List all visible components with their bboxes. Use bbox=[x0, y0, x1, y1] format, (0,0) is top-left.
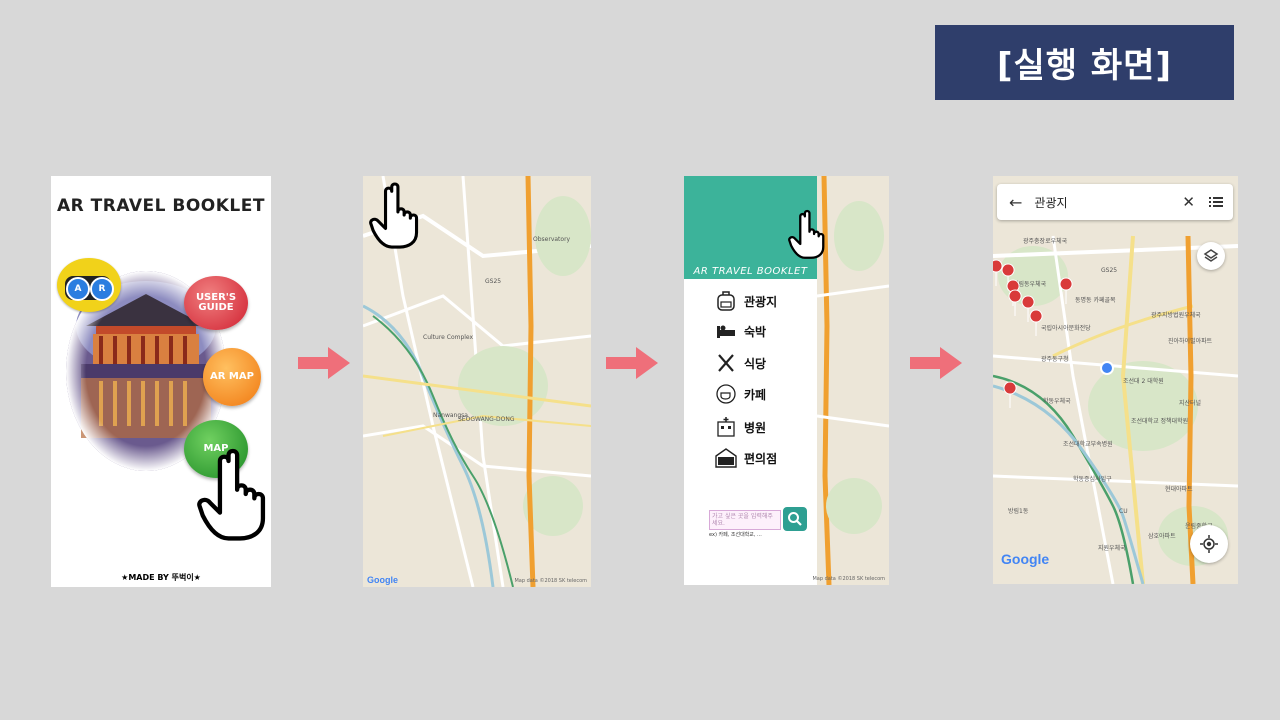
search-hint: ex) 카페, 조선대학교, ... bbox=[709, 532, 762, 538]
drawer-brand: AR TRAVEL BOOKLET bbox=[693, 266, 808, 277]
crosshair-icon bbox=[1200, 535, 1218, 553]
map-pin-icon bbox=[993, 259, 1003, 287]
menu-item-attractions[interactable]: 관광지 bbox=[714, 289, 777, 313]
menu-item-hospital[interactable]: 병원 bbox=[714, 415, 766, 439]
map-credit: Map data ©2018 SK telecom bbox=[514, 578, 587, 584]
layers-button[interactable] bbox=[1197, 242, 1225, 270]
next-arrow-icon bbox=[606, 347, 658, 379]
map-label: GS25 bbox=[485, 278, 502, 285]
menu-label: 편의점 bbox=[744, 451, 778, 466]
coffee-icon bbox=[714, 382, 738, 406]
drawer-menu: 관광지 숙박 식당 카페 병원 편의점 bbox=[684, 279, 817, 585]
menu-label: 카페 bbox=[744, 387, 767, 402]
menu-label: 병원 bbox=[744, 420, 767, 435]
cutlery-icon bbox=[714, 351, 738, 375]
ar-map-button[interactable]: AR MAP bbox=[203, 348, 261, 406]
users-guide-button[interactable]: USER'S GUIDE bbox=[184, 276, 248, 330]
ar-binoculars-icon[interactable]: A R bbox=[57, 258, 121, 312]
my-location-button[interactable] bbox=[1190, 525, 1228, 563]
map-pin-icon bbox=[1008, 289, 1022, 317]
map-label: Observatory bbox=[533, 236, 571, 243]
map-pin-icon bbox=[1029, 309, 1043, 337]
menu-label: 관광지 bbox=[744, 294, 778, 309]
search-icon bbox=[788, 512, 802, 526]
place-pins bbox=[993, 259, 1114, 409]
layers-icon bbox=[1203, 249, 1219, 262]
next-arrow-icon bbox=[298, 347, 350, 379]
map-label: Culture Complex bbox=[423, 334, 474, 341]
hospital-icon bbox=[714, 415, 738, 439]
map-credit: Map data ©2018 SK telecom bbox=[812, 576, 885, 582]
menu-label: 식당 bbox=[744, 356, 767, 371]
menu-screen: AR TRAVEL BOOKLET 관광지 숙박 식당 카페 병원 편의점 가고… bbox=[684, 176, 889, 585]
clear-icon[interactable]: ✕ bbox=[1182, 193, 1195, 211]
menu-item-convenience[interactable]: 편의점 bbox=[714, 446, 777, 470]
google-logo: Google bbox=[1001, 551, 1050, 567]
search-query[interactable]: 관광지 bbox=[1034, 194, 1182, 211]
search-bar[interactable]: ← 관광지 ✕ bbox=[997, 184, 1233, 220]
menu-item-restaurants[interactable]: 식당 bbox=[714, 351, 766, 375]
made-by-footer: ★MADE BY 뚜벅이★ bbox=[121, 573, 201, 582]
google-logo: Google bbox=[367, 575, 398, 585]
map-screen[interactable]: Observatory Culture Complex SEOGWANG-DON… bbox=[363, 176, 591, 587]
menu-label: 숙박 bbox=[744, 324, 767, 339]
ar-letter-a: A bbox=[66, 277, 90, 301]
ministop-icon bbox=[714, 446, 738, 470]
next-arrow-icon bbox=[910, 347, 962, 379]
results-map-screen[interactable]: 광주충장로우체국 계림동우체국 GS25 동명동 카페골목 국립아시아문화전당 … bbox=[993, 176, 1238, 584]
backpack-icon bbox=[714, 289, 738, 313]
map-pin-icon bbox=[1003, 381, 1017, 409]
home-screen: AR TRAVEL BOOKLET A R USER'S GUIDE AR MA… bbox=[51, 176, 271, 587]
search-button[interactable] bbox=[783, 507, 807, 531]
place-search-input[interactable]: 가고 싶은 곳을 입력해주세요. bbox=[709, 510, 781, 530]
menu-item-cafe[interactable]: 카페 bbox=[714, 382, 766, 406]
tap-hand-icon bbox=[788, 209, 825, 259]
tap-hand-icon bbox=[197, 448, 266, 541]
map-pin-icon bbox=[1059, 277, 1073, 305]
ar-letter-r: R bbox=[90, 277, 114, 301]
menu-item-lodging[interactable]: 숙박 bbox=[714, 319, 766, 343]
tap-hand-icon bbox=[369, 182, 419, 249]
list-icon[interactable] bbox=[1209, 193, 1223, 212]
map-label: Nanwangsa bbox=[433, 412, 468, 419]
bed-icon bbox=[714, 319, 738, 343]
my-location-dot bbox=[1100, 361, 1114, 375]
page-title: [실행 화면] bbox=[935, 25, 1234, 100]
back-arrow-icon[interactable]: ← bbox=[1009, 193, 1022, 212]
